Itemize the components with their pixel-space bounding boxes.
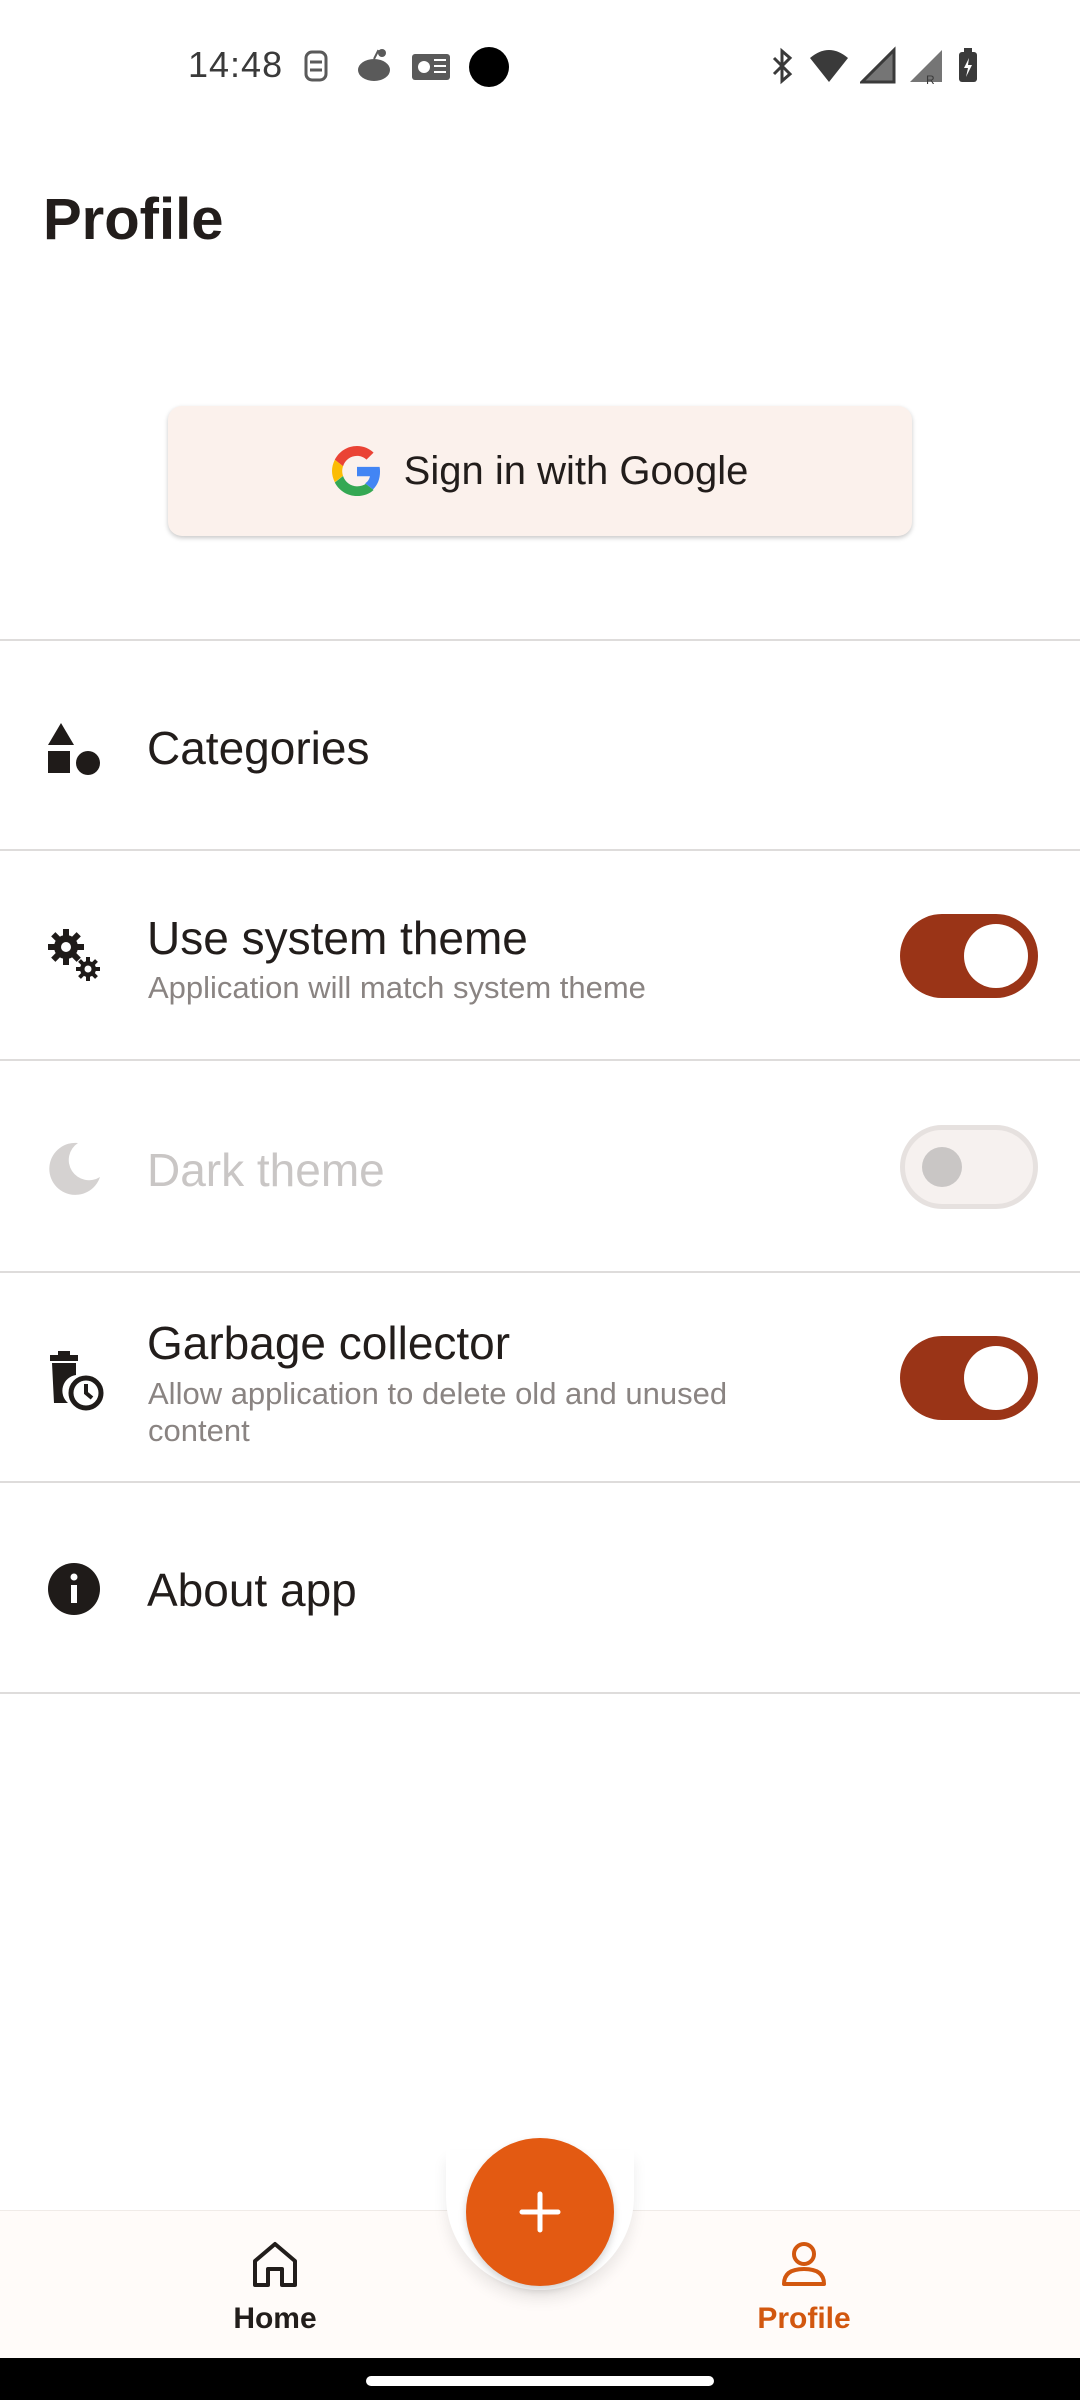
garbage-collector-subtitle: Allow application to delete old and unus… bbox=[148, 1376, 728, 1448]
wifi-icon bbox=[810, 50, 848, 82]
nav-profile[interactable]: Profile bbox=[704, 2237, 904, 2336]
use-system-theme-row[interactable]: Use system theme Application will match … bbox=[0, 851, 1080, 1059]
signal-icon bbox=[860, 46, 896, 84]
camera-cutout bbox=[469, 47, 509, 87]
use-system-theme-switch[interactable] bbox=[900, 914, 1038, 998]
about-app-row[interactable]: About app bbox=[0, 1483, 1080, 1691]
plus-icon bbox=[519, 2191, 561, 2233]
dark-theme-row: Dark theme bbox=[0, 1061, 1080, 1269]
gesture-handle[interactable] bbox=[366, 2376, 714, 2386]
person-icon bbox=[782, 2242, 826, 2286]
dark-theme-title: Dark theme bbox=[147, 1144, 385, 1196]
divider bbox=[0, 1692, 1080, 1694]
sync-icon bbox=[304, 50, 328, 82]
home-icon bbox=[253, 2242, 297, 2287]
garbage-collector-switch[interactable] bbox=[900, 1336, 1038, 1420]
battery-charging-icon bbox=[959, 48, 977, 82]
categories-row[interactable]: Categories bbox=[0, 641, 1080, 849]
google-logo-icon bbox=[331, 446, 380, 496]
garbage-collector-row[interactable]: Garbage collector Allow application to d… bbox=[0, 1273, 1080, 1481]
bluetooth-icon bbox=[772, 47, 793, 85]
status-bar: 14:48 R bbox=[0, 0, 1080, 130]
nav-home-label: Home bbox=[233, 2302, 317, 2335]
settings-gears-icon bbox=[48, 929, 100, 981]
dark-theme-switch bbox=[900, 1125, 1038, 1209]
svg-text:R: R bbox=[926, 73, 935, 86]
reddit-icon bbox=[358, 49, 390, 81]
delete-clock-icon bbox=[50, 1351, 104, 1411]
about-app-title: About app bbox=[147, 1564, 357, 1616]
info-icon bbox=[48, 1563, 100, 1615]
switch-knob bbox=[964, 1346, 1028, 1410]
garbage-collector-title: Garbage collector bbox=[147, 1317, 511, 1369]
switch-knob bbox=[922, 1147, 962, 1187]
sign-in-label: Sign in with Google bbox=[403, 448, 749, 493]
moon-icon bbox=[49, 1142, 100, 1195]
categories-title: Categories bbox=[147, 722, 370, 774]
sign-in-with-google-button[interactable]: Sign in with Google bbox=[168, 406, 912, 536]
switch-knob bbox=[964, 924, 1028, 988]
nav-home[interactable]: Home bbox=[175, 2237, 375, 2336]
system-status-icons: R bbox=[768, 46, 980, 86]
page-title: Profile bbox=[43, 187, 224, 252]
use-system-theme-title: Use system theme bbox=[147, 912, 528, 964]
categories-shapes-icon bbox=[48, 723, 100, 775]
signal-roaming-icon: R bbox=[910, 50, 942, 86]
outlook-icon bbox=[412, 54, 450, 80]
nav-profile-label: Profile bbox=[757, 2302, 851, 2335]
use-system-theme-subtitle: Application will match system theme bbox=[148, 970, 646, 1005]
status-time: 14:48 bbox=[188, 44, 284, 85]
add-fab-button[interactable] bbox=[466, 2138, 614, 2286]
